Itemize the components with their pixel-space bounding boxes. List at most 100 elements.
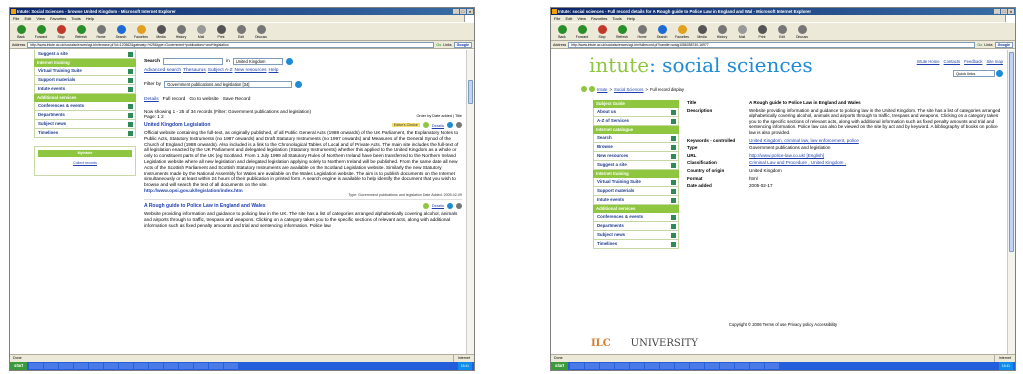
toolbar-print-button[interactable]: Print [213, 25, 229, 39]
toolbar-search-button[interactable]: Search [654, 25, 670, 39]
address-input[interactable]: http://www.intute.ac.uk/socialsciences/c… [568, 41, 976, 48]
taskbar-item[interactable] [59, 363, 74, 369]
search-link-subject-a-z[interactable]: Subject A-Z [208, 68, 233, 73]
google-toolbar[interactable]: Google [994, 41, 1013, 48]
taskbar-item[interactable] [690, 363, 705, 369]
nav-item-suggest-a-site[interactable]: Suggest a site [593, 161, 679, 170]
menu-edit[interactable]: Edit [565, 15, 572, 22]
search-link-new-resources[interactable]: New resources [235, 68, 267, 73]
taskbar-item[interactable] [570, 363, 585, 369]
toolbar-mail-button[interactable]: Mail [193, 25, 209, 39]
top-link-intute-home[interactable]: Intute Home [917, 59, 940, 64]
intute-logo[interactable]: intute: social sciences [589, 53, 813, 77]
taskbar-item[interactable] [74, 363, 89, 369]
menu-favorites[interactable]: Favorites [591, 15, 607, 22]
menu-tools[interactable]: Tools [71, 15, 80, 22]
go-button[interactable]: Go [436, 43, 441, 47]
filter-select[interactable]: Government publications and legislation … [164, 81, 293, 88]
toolbar-print-button[interactable]: Print [754, 25, 770, 39]
nav-item-timelines[interactable]: Timelines [34, 129, 136, 138]
google-toolbar[interactable]: Google [453, 41, 472, 48]
toolbar-mail-button[interactable]: Mail [734, 25, 750, 39]
record-title[interactable]: United Kingdom Legislation [144, 122, 210, 128]
taskbar-item[interactable] [179, 363, 194, 369]
toolbar-history-button[interactable]: History [173, 25, 189, 39]
toolbar-edit-button[interactable]: Edit [774, 25, 790, 39]
go-to-website-icon[interactable] [447, 122, 453, 128]
breadcrumb-social-sciences[interactable]: Social Sciences [614, 87, 644, 92]
search-input[interactable] [163, 58, 223, 65]
menu-view[interactable]: View [577, 15, 586, 22]
nav-item-departments[interactable]: Departments [593, 222, 679, 231]
taskbar-item[interactable] [134, 363, 149, 369]
taskbar-item[interactable] [705, 363, 720, 369]
menu-help[interactable]: Help [627, 15, 635, 22]
quick-links-select[interactable]: Quick links [953, 70, 995, 77]
links-label[interactable]: Links [443, 43, 451, 47]
nav-item-intute-events[interactable]: Intute events [593, 196, 679, 205]
menu-favorites[interactable]: Favorites [50, 15, 66, 22]
nav-item-subject-news[interactable]: Subject news [593, 231, 679, 240]
taskbar-item[interactable] [89, 363, 104, 369]
save-record-icon[interactable] [456, 202, 462, 209]
toolbar-media-button[interactable]: Media [694, 25, 710, 39]
toolbar-back-button[interactable]: Back [13, 25, 29, 39]
menu-tools[interactable]: Tools [612, 15, 621, 22]
taskbar-item[interactable] [765, 363, 780, 369]
details-link[interactable]: Details [144, 97, 159, 102]
pagination[interactable]: Page: 1 2 [144, 114, 164, 119]
toolbar-favorites-button[interactable]: Favorites [133, 25, 149, 39]
taskbar-item[interactable] [735, 363, 750, 369]
nav-item-subject-news[interactable]: Subject news [34, 120, 136, 129]
search-scope-select[interactable]: United Kingdom [232, 58, 283, 65]
menu-edit[interactable]: Edit [24, 15, 31, 22]
toolbar-refresh-button[interactable]: Refresh [73, 25, 89, 39]
maximize-button[interactable]: □ [460, 9, 466, 14]
taskbar-item[interactable] [209, 363, 224, 369]
field-value[interactable]: http://www.police-law.co.uk/ [English] [749, 153, 1001, 159]
field-value[interactable]: Criminal Law and Procedure , United King… [749, 160, 1001, 166]
details-link[interactable]: Details [432, 203, 444, 208]
taskbar-item[interactable] [660, 363, 675, 369]
details-link[interactable]: Details [432, 123, 444, 128]
save-record-icon[interactable] [456, 122, 462, 128]
record-title[interactable]: A Rough guide to Police Law in England a… [144, 203, 266, 209]
field-value[interactable]: United Kingdom, criminal law, law enforc… [749, 138, 1001, 144]
close-button[interactable]: × [467, 9, 473, 14]
top-link-contacts[interactable]: Contacts [944, 59, 961, 64]
taskbar-item[interactable] [720, 363, 735, 369]
nav-item-support-materials[interactable]: Support materials [34, 76, 136, 85]
taskbar-item[interactable] [630, 363, 645, 369]
start-button[interactable]: start [551, 362, 569, 370]
collect-records-link[interactable]: Collect records [35, 161, 135, 165]
taskbar-item[interactable] [149, 363, 164, 369]
order-by[interactable]: Order by Date added | Title [416, 114, 462, 119]
search-link-thesaurus[interactable]: Thesaurus [183, 68, 206, 73]
address-input[interactable]: http://www.intute.ac.uk/socialsciences/c… [27, 41, 435, 48]
full-record-link[interactable]: Full record [163, 97, 186, 102]
toolbar-discuss-button[interactable]: Discuss [253, 25, 269, 39]
toolbar-back-button[interactable]: Back [554, 25, 570, 39]
taskbar-item[interactable] [750, 363, 765, 369]
nav-item-suggest-a-site[interactable]: Suggest a site [34, 50, 136, 59]
toolbar-forward-button[interactable]: Forward [574, 25, 590, 39]
menu-view[interactable]: View [36, 15, 45, 22]
toolbar-edit-button[interactable]: Edit [233, 25, 249, 39]
close-button[interactable]: × [1008, 9, 1014, 14]
links-label[interactable]: Links [984, 43, 992, 47]
toolbar-discuss-button[interactable]: Discuss [794, 25, 810, 39]
minimize-button[interactable]: _ [453, 9, 459, 14]
top-link-site-map[interactable]: Site map [986, 59, 1003, 64]
taskbar-item[interactable] [585, 363, 600, 369]
taskbar-item[interactable] [615, 363, 630, 369]
nav-item-browse[interactable]: Browse [593, 143, 679, 152]
taskbar-item[interactable] [104, 363, 119, 369]
menu-file[interactable]: File [554, 15, 560, 22]
taskbar-item[interactable] [44, 363, 59, 369]
nav-item-departments[interactable]: Departments [34, 111, 136, 120]
menu-help[interactable]: Help [86, 15, 94, 22]
toolbar-media-button[interactable]: Media [153, 25, 169, 39]
breadcrumb-intute[interactable]: Intute [597, 87, 607, 92]
nav-item-new-resources[interactable]: New resources [593, 152, 679, 161]
maximize-button[interactable]: □ [1001, 9, 1007, 14]
